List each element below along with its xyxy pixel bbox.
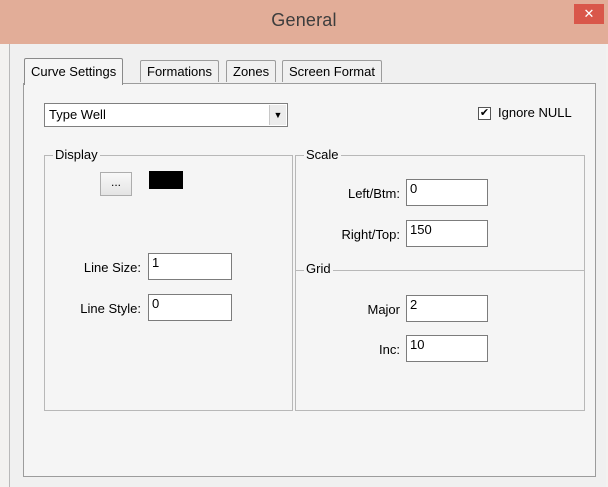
- left-btm-label: Left/Btm:: [347, 186, 400, 201]
- line-size-input[interactable]: 1: [148, 253, 232, 280]
- display-group-title: Display: [53, 147, 100, 162]
- chevron-down-icon[interactable]: ▼: [269, 105, 286, 125]
- grid-inc-input[interactable]: 10: [406, 335, 488, 362]
- dialog-body: Curve Settings Formations Zones Screen F…: [9, 44, 606, 487]
- close-button[interactable]: ✕: [574, 4, 604, 24]
- left-btm-input[interactable]: 0: [406, 179, 488, 206]
- line-style-label: Line Style:: [80, 301, 141, 316]
- grid-major-label: Major: [367, 302, 400, 317]
- window-title: General: [271, 10, 337, 30]
- grid-divider: [296, 270, 584, 271]
- grid-group-title: Grid: [304, 261, 333, 276]
- curve-select[interactable]: Type Well ▼: [44, 103, 288, 127]
- tab-formations[interactable]: Formations: [140, 60, 220, 82]
- tab-curve-settings[interactable]: Curve Settings: [24, 58, 124, 85]
- curve-settings-panel: Type Well ▼ ✔ Ignore NULL Display ... Li…: [23, 83, 596, 477]
- title-bar: General ✕: [0, 0, 608, 44]
- grid-major-input[interactable]: 2: [406, 295, 488, 322]
- display-group: Display ... Line Size: 1 Line Style: 0: [44, 147, 293, 411]
- line-size-label: Line Size:: [83, 260, 141, 275]
- tab-zones[interactable]: Zones: [226, 60, 277, 82]
- ignore-null-checkbox[interactable]: ✔: [478, 107, 491, 120]
- right-top-input[interactable]: 150: [406, 220, 488, 247]
- tab-screen-format[interactable]: Screen Format: [282, 60, 382, 82]
- ignore-null-label: Ignore NULL: [498, 105, 572, 120]
- curve-select-value: Type Well: [49, 107, 106, 122]
- grid-inc-label: Inc:: [379, 342, 400, 357]
- right-top-label: Right/Top:: [341, 227, 400, 242]
- line-color-button[interactable]: ...: [100, 172, 132, 196]
- scale-group-title: Scale: [304, 147, 341, 162]
- line-style-input[interactable]: 0: [148, 294, 232, 321]
- close-icon: ✕: [583, 6, 595, 21]
- line-color-swatch[interactable]: [149, 171, 183, 189]
- scale-group: Scale Left/Btm: 0 Right/Top: 150 Grid Ma…: [295, 147, 585, 411]
